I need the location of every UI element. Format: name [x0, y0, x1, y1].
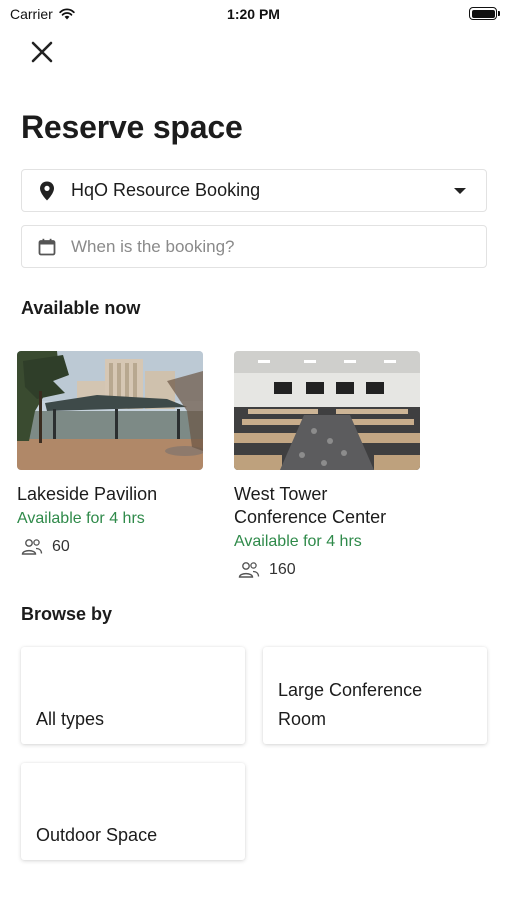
tile-label: Large Conference Room: [278, 680, 423, 729]
space-image-lakeside-pavilion: [17, 351, 203, 470]
status-time: 1:20 PM: [227, 6, 280, 22]
browse-by-heading: Browse by: [21, 604, 113, 624]
space-name: Lakeside Pavilion: [17, 484, 158, 504]
date-field[interactable]: [21, 225, 487, 268]
tile-label: All types: [36, 709, 105, 729]
tile-label: Outdoor Space: [36, 825, 158, 845]
capacity-value: 60: [52, 538, 70, 555]
browse-tile-all-types[interactable]: All types: [21, 647, 245, 744]
space-image-west-tower-conference-center: [234, 351, 420, 470]
space-name: West Tower Conference Center: [234, 484, 387, 527]
people-icon: [238, 562, 260, 578]
space-capacity: 60: [17, 538, 203, 556]
page-title: Reserve space: [21, 109, 243, 145]
browse-tile-outdoor-space[interactable]: Outdoor Space: [21, 763, 245, 860]
space-availability: Available for 4 hrs: [17, 510, 145, 527]
capacity-value: 160: [269, 561, 296, 578]
status-bar: Carrier 1:20 PM: [0, 0, 507, 28]
available-now-heading: Available now: [21, 298, 141, 318]
space-availability: Available for 4 hrs: [234, 533, 362, 550]
space-capacity: 160: [234, 561, 420, 579]
close-icon: [31, 41, 53, 63]
people-icon: [21, 539, 43, 555]
location-pin-icon: [37, 181, 57, 201]
chevron-down-icon: [454, 188, 466, 194]
space-card-lakeside-pavilion[interactable]: Lakeside Pavilion Available for 4 hrs 60: [17, 351, 203, 556]
date-input[interactable]: [71, 236, 451, 257]
browse-tile-large-conference-room[interactable]: Large Conference Room: [263, 647, 487, 744]
close-button[interactable]: [28, 38, 56, 66]
space-card-west-tower-conference-center[interactable]: West Tower Conference Center Available f…: [234, 351, 420, 579]
calendar-icon: [37, 237, 57, 257]
location-value: HqO Resource Booking: [71, 180, 261, 200]
location-select[interactable]: HqO Resource Booking: [21, 169, 487, 212]
battery-icon: [469, 7, 500, 20]
